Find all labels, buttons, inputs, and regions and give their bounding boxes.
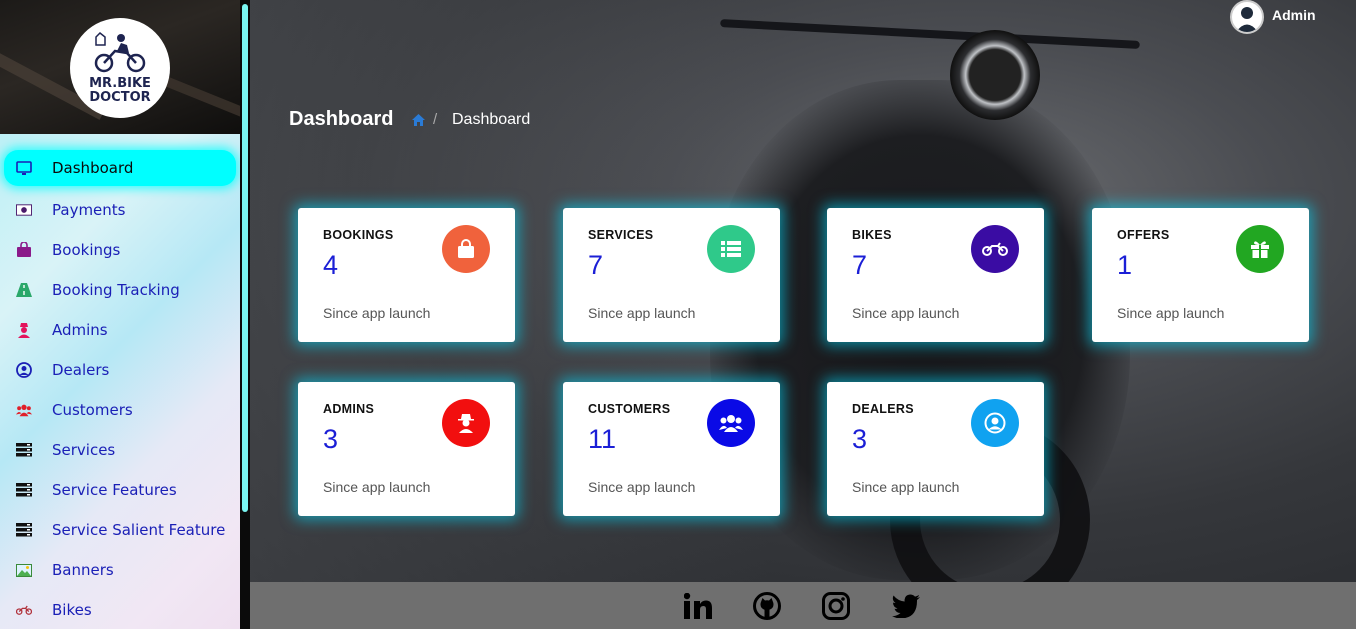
github-icon[interactable] (752, 591, 782, 621)
sidebar-item-label: Dealers (52, 361, 110, 379)
avatar[interactable] (1230, 0, 1264, 34)
sidebar: MR.BIKE DOCTOR Dashboard Payments Bookin… (0, 0, 250, 629)
card-subtitle: Since app launch (852, 305, 960, 321)
stat-card-dealers[interactable]: DEALERS 3 Since app launch (827, 382, 1044, 516)
shopping-bag-icon (16, 242, 32, 258)
card-value: 4 (323, 250, 339, 280)
breadcrumb: Dashboard (452, 111, 531, 128)
money-icon (16, 202, 32, 218)
image-icon (16, 562, 32, 578)
motorcycle-icon (971, 225, 1019, 273)
stat-card-customers[interactable]: CUSTOMERS 11 Since app launch (563, 382, 780, 516)
card-subtitle: Since app launch (323, 305, 431, 321)
server-icon (16, 442, 32, 458)
stat-card-admins[interactable]: ADMINS 3 Since app launch (298, 382, 515, 516)
card-value: 3 (852, 424, 868, 454)
card-title: CUSTOMERS (588, 402, 671, 416)
sidebar-item-service-features[interactable]: Service Features (0, 470, 240, 510)
card-title: BOOKINGS (323, 228, 394, 242)
user-name[interactable]: Admin (1272, 7, 1316, 23)
sidebar-item-label: Bikes (52, 601, 92, 619)
logo-text: MR.BIKE DOCTOR (89, 76, 151, 105)
sidebar-item-label: Customers (52, 401, 133, 419)
page-title: Dashboard (289, 108, 394, 130)
user-circle-icon (971, 399, 1019, 447)
breadcrumb-separator: / (433, 111, 438, 128)
sidebar-item-dashboard[interactable]: Dashboard (4, 150, 236, 186)
sidebar-item-label: Dashboard (52, 159, 134, 177)
sidebar-item-banners[interactable]: Banners (0, 550, 240, 590)
home-icon[interactable] (412, 113, 425, 131)
user-secret-icon (442, 399, 490, 447)
sidebar-item-label: Booking Tracking (52, 281, 180, 299)
user-secret-icon (16, 322, 32, 338)
footer (250, 582, 1356, 629)
sidebar-item-label: Service Features (52, 481, 177, 499)
card-title: ADMINS (323, 402, 375, 416)
monitor-icon (16, 160, 32, 176)
server-icon (16, 482, 32, 498)
sidebar-item-customers[interactable]: Customers (0, 390, 240, 430)
card-title: DEALERS (852, 402, 914, 416)
sidebar-item-booking-tracking[interactable]: Booking Tracking (0, 270, 240, 310)
instagram-icon[interactable] (821, 591, 851, 621)
card-value: 1 (1117, 250, 1133, 280)
sidebar-item-label: Bookings (52, 241, 121, 259)
motorcycle-icon (16, 602, 32, 618)
sidebar-item-label: Services (52, 441, 116, 459)
stat-card-offers[interactable]: OFFERS 1 Since app launch (1092, 208, 1309, 342)
linkedin-icon[interactable] (683, 591, 713, 621)
sidebar-scrollbar-thumb[interactable] (242, 4, 248, 512)
list-icon (707, 225, 755, 273)
sidebar-item-services[interactable]: Services (0, 430, 240, 470)
shopping-bag-icon (442, 225, 490, 273)
card-subtitle: Since app launch (1117, 305, 1225, 321)
sidebar-item-label: Banners (52, 561, 114, 579)
twitter-icon[interactable] (891, 591, 921, 621)
bike-rider-icon (94, 31, 146, 73)
card-title: SERVICES (588, 228, 654, 242)
stat-card-services[interactable]: SERVICES 7 Since app launch (563, 208, 780, 342)
users-icon (707, 399, 755, 447)
road-icon (16, 282, 32, 298)
gift-icon (1236, 225, 1284, 273)
stat-card-bookings[interactable]: BOOKINGS 4 Since app launch (298, 208, 515, 342)
logo-banner: MR.BIKE DOCTOR (0, 0, 240, 134)
card-value: 3 (323, 424, 339, 454)
users-icon (16, 402, 32, 418)
stat-card-bikes[interactable]: BIKES 7 Since app launch (827, 208, 1044, 342)
card-title: BIKES (852, 228, 892, 242)
brand-logo[interactable]: MR.BIKE DOCTOR (70, 18, 170, 118)
sidebar-item-label: Service Salient Feature (52, 521, 226, 539)
card-value: 11 (588, 424, 617, 454)
sidebar-item-dealers[interactable]: Dealers (0, 350, 240, 390)
card-subtitle: Since app launch (852, 479, 960, 495)
sidebar-item-service-salient-feature[interactable]: Service Salient Feature (0, 510, 240, 550)
card-subtitle: Since app launch (588, 305, 696, 321)
user-circle-icon (16, 362, 32, 378)
sidebar-item-admins[interactable]: Admins (0, 310, 240, 350)
sidebar-item-label: Admins (52, 321, 108, 339)
main-content: Admin Dashboard / Dashboard BOOKINGS 4 S… (250, 0, 1356, 582)
card-title: OFFERS (1117, 228, 1170, 242)
card-subtitle: Since app launch (323, 479, 431, 495)
sidebar-item-bikes[interactable]: Bikes (0, 590, 240, 629)
card-subtitle: Since app launch (588, 479, 696, 495)
sidebar-item-payments[interactable]: Payments (0, 190, 240, 230)
server-icon (16, 522, 32, 538)
sidebar-item-bookings[interactable]: Bookings (0, 230, 240, 270)
sidebar-item-label: Payments (52, 201, 126, 219)
card-value: 7 (852, 250, 868, 280)
sidebar-menu: Dashboard Payments Bookings Booking Trac… (0, 134, 240, 629)
card-value: 7 (588, 250, 604, 280)
